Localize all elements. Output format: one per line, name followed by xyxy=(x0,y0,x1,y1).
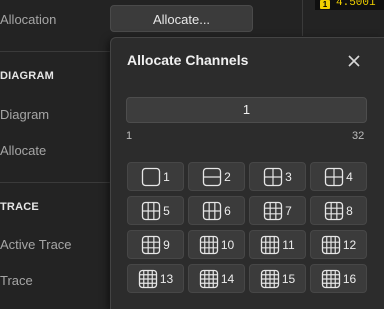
layout-grid-icon xyxy=(325,201,344,220)
layout-grid-icon xyxy=(261,235,280,254)
layout-grid-icon xyxy=(325,167,344,186)
layout-option-6[interactable]: 6 xyxy=(188,196,245,225)
allocate-channels-dialog: Allocate Channels 1 1 32 1 2 3 4 5 6 7 8 9 10 11 12… xyxy=(110,37,384,309)
layout-grid-icon xyxy=(138,269,157,288)
layout-option-label: 8 xyxy=(346,203,353,218)
layout-grid-icon xyxy=(321,269,340,288)
separator xyxy=(302,0,303,36)
allocate-button[interactable]: Allocate... xyxy=(110,5,253,32)
divider xyxy=(0,51,110,52)
layout-option-label: 15 xyxy=(281,271,296,286)
diagram-label: Diagram xyxy=(0,107,50,122)
layout-grid-icon xyxy=(142,201,161,220)
layout-option-5[interactable]: 5 xyxy=(127,196,184,225)
layout-option-14[interactable]: 14 xyxy=(188,264,245,293)
dialog-title: Allocate Channels xyxy=(127,52,249,68)
layout-grid-icon xyxy=(203,167,222,186)
layout-grid-icon xyxy=(260,269,279,288)
layout-option-15[interactable]: 15 xyxy=(249,264,306,293)
close-icon[interactable] xyxy=(346,53,362,69)
layout-option-label: 1 xyxy=(163,169,170,184)
layout-grid-icon xyxy=(199,235,218,254)
layout-grid-icon xyxy=(264,201,283,220)
layout-grid-icon xyxy=(199,269,218,288)
layout-option-label: 5 xyxy=(163,203,170,218)
section-diagram: DIAGRAM xyxy=(0,70,54,82)
channel-layout-grid: 1 2 3 4 5 6 7 8 9 10 11 12 13 14 15 16 xyxy=(127,162,367,293)
layout-option-label: 3 xyxy=(285,169,292,184)
divider xyxy=(0,182,110,183)
layout-option-label: 7 xyxy=(285,203,292,218)
layout-option-11[interactable]: 11 xyxy=(249,230,306,259)
allocation-label: Allocation xyxy=(0,12,57,27)
layout-option-label: 4 xyxy=(346,169,353,184)
layout-option-label: 10 xyxy=(220,237,235,252)
layout-grid-icon xyxy=(142,235,161,254)
layout-option-9[interactable]: 9 xyxy=(127,230,184,259)
trace-label: Trace xyxy=(0,273,33,288)
layout-option-1[interactable]: 1 xyxy=(127,162,184,191)
layout-option-label: 14 xyxy=(220,271,235,286)
layout-grid-icon xyxy=(203,201,222,220)
section-trace: TRACE xyxy=(0,201,39,213)
layout-option-2[interactable]: 2 xyxy=(188,162,245,191)
layout-grid-icon xyxy=(264,167,283,186)
range-max-label: 32 xyxy=(352,130,365,142)
layout-option-label: 16 xyxy=(342,271,357,286)
layout-option-16[interactable]: 16 xyxy=(310,264,367,293)
allocate-label: Allocate xyxy=(0,143,47,158)
app-root: Allocation DIAGRAM Diagram Allocate TRAC… xyxy=(0,0,384,309)
marker-readout: 4.5001 xyxy=(336,0,376,9)
range-min-label: 1 xyxy=(126,130,133,142)
layout-option-12[interactable]: 12 xyxy=(310,230,367,259)
layout-option-7[interactable]: 7 xyxy=(249,196,306,225)
layout-option-13[interactable]: 13 xyxy=(127,264,184,293)
layout-option-label: 11 xyxy=(282,237,295,252)
layout-option-3[interactable]: 3 xyxy=(249,162,306,191)
layout-option-label: 6 xyxy=(224,203,231,218)
layout-option-4[interactable]: 4 xyxy=(310,162,367,191)
layout-option-label: 12 xyxy=(342,237,357,252)
active-trace-label: Active Trace xyxy=(0,237,72,252)
channel-count-input[interactable]: 1 xyxy=(126,97,367,123)
layout-option-10[interactable]: 10 xyxy=(188,230,245,259)
layout-option-label: 9 xyxy=(163,237,170,252)
layout-grid-icon xyxy=(321,235,340,254)
layout-option-label: 2 xyxy=(224,169,231,184)
layout-option-8[interactable]: 8 xyxy=(310,196,367,225)
layout-option-label: 13 xyxy=(159,271,174,286)
marker-badge: 1 xyxy=(320,0,330,9)
layout-grid-icon xyxy=(142,167,161,186)
